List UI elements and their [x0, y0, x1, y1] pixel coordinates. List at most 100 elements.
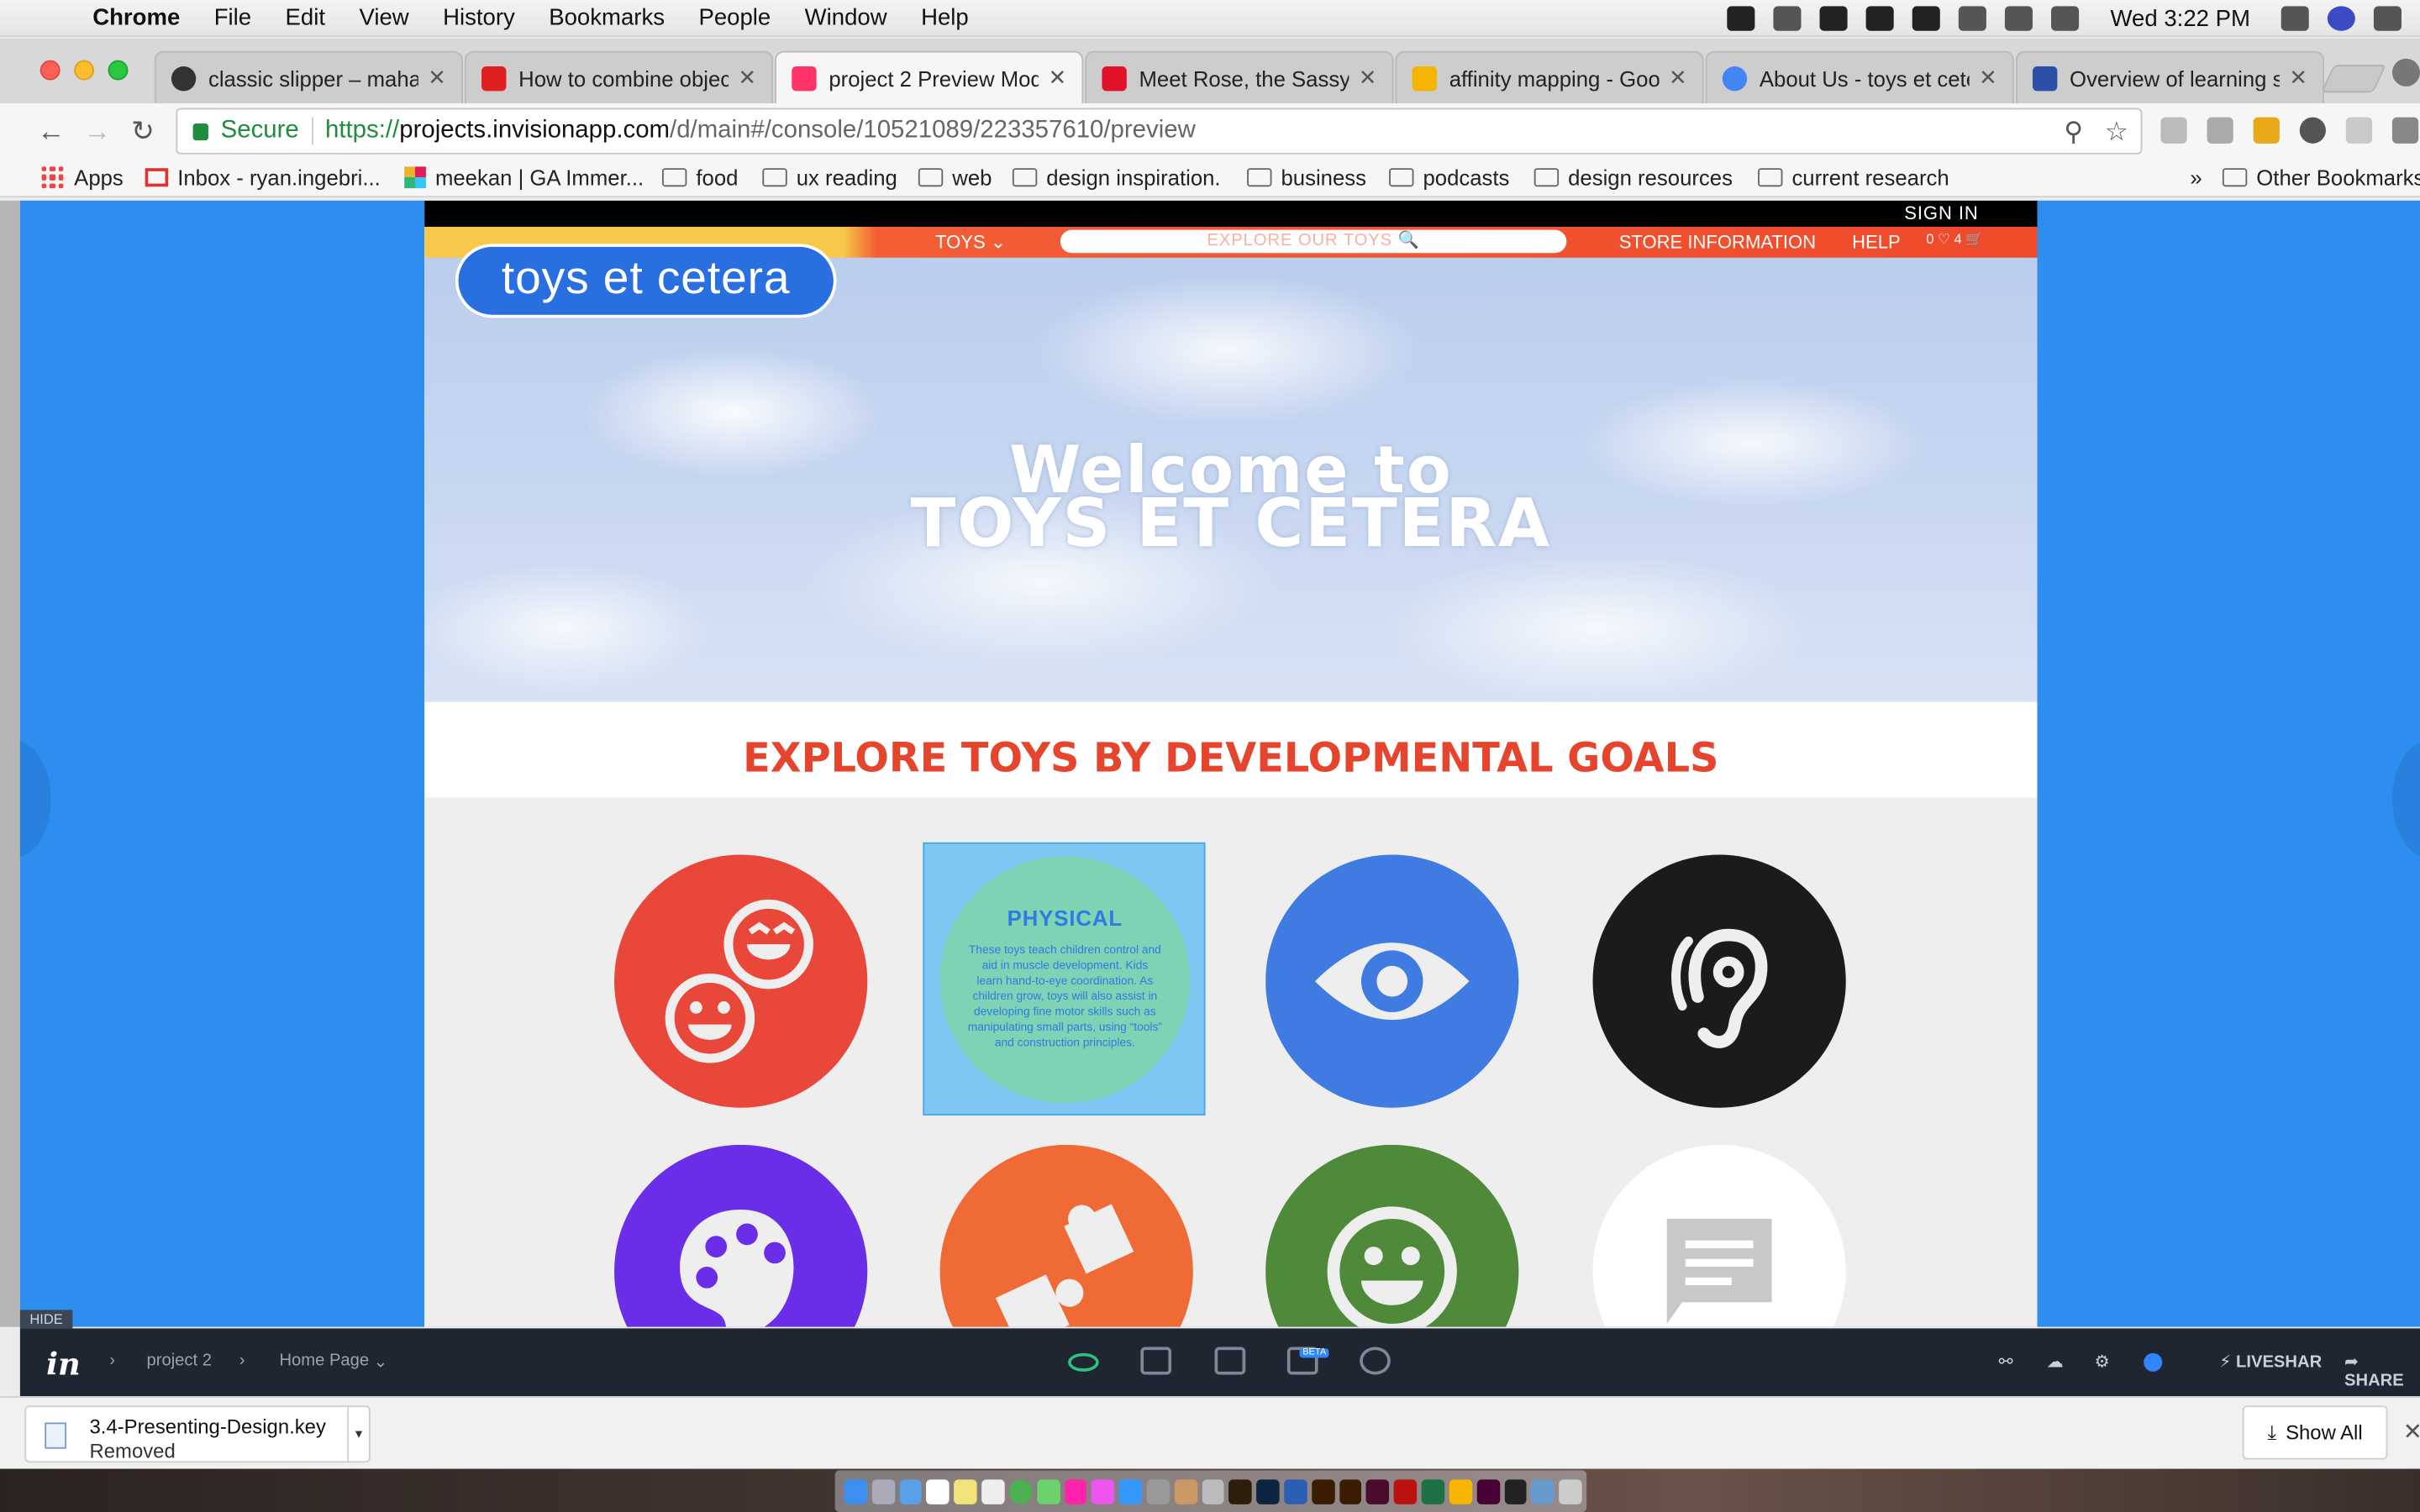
tray-app-icon[interactable]: [1728, 6, 1756, 31]
dock-notes-icon[interactable]: [954, 1478, 977, 1504]
menu-help[interactable]: Help: [921, 5, 969, 31]
dock-xd-icon[interactable]: [1476, 1478, 1500, 1504]
menu-people[interactable]: People: [698, 5, 771, 31]
settings-gear-icon[interactable]: ⚙: [2094, 1352, 2109, 1372]
download-menu-caret-icon[interactable]: ▾: [347, 1407, 369, 1462]
extension-overflow-icon[interactable]: [2391, 117, 2419, 144]
nav-wishlist-cart[interactable]: 0 ♡ 4 🛒: [1926, 232, 1983, 249]
menu-file[interactable]: File: [214, 5, 251, 31]
notification-center-icon[interactable]: [2373, 6, 2402, 31]
extension-grammarly-icon[interactable]: [2345, 117, 2373, 144]
goal-language[interactable]: [1592, 1144, 1848, 1327]
goal-creative[interactable]: [614, 1144, 869, 1327]
tray-utility-icon[interactable]: [1912, 6, 1941, 31]
hide-toolbar-button[interactable]: HIDE: [19, 1310, 73, 1329]
tab-classic-slipper[interactable]: classic slipper – mahab ✕: [154, 50, 464, 104]
dock-chrome-icon[interactable]: [1008, 1478, 1033, 1504]
goal-auditory[interactable]: [1592, 854, 1848, 1110]
zoom-window-button[interactable]: [108, 60, 129, 81]
creative-cloud-icon[interactable]: [1866, 6, 1895, 31]
menu-clock[interactable]: Wed 3:22 PM: [2111, 5, 2250, 31]
close-tab-icon[interactable]: ✕: [428, 65, 446, 91]
tab-about-us[interactable]: About Us - toys et cete ✕: [1705, 50, 2014, 104]
zoom-icon[interactable]: ⚲: [2064, 118, 2083, 149]
wifi-icon[interactable]: [1959, 6, 1987, 31]
bookmark-design-inspiration[interactable]: design inspiration.: [1012, 165, 1221, 190]
dock-downloads-icon[interactable]: [1531, 1478, 1555, 1504]
user-avatar[interactable]: [2144, 1352, 2163, 1372]
close-shelf-icon[interactable]: ✕: [2403, 1418, 2420, 1446]
menu-bookmarks[interactable]: Bookmarks: [549, 5, 665, 31]
dock-excel-icon[interactable]: [1421, 1478, 1444, 1504]
goal-social[interactable]: [614, 854, 869, 1110]
bookmarks-overflow-button[interactable]: »: [2190, 165, 2202, 190]
goal-emotional[interactable]: [1265, 1144, 1520, 1327]
extension-drive-icon[interactable]: [2160, 117, 2187, 144]
dock-illustrator2-icon[interactable]: [1339, 1478, 1362, 1504]
dock-trash-icon[interactable]: [1559, 1478, 1582, 1504]
bookmark-star-icon[interactable]: ☆: [2105, 118, 2128, 149]
show-all-downloads-button[interactable]: ⤓ Show All: [2242, 1405, 2388, 1460]
close-window-button[interactable]: [39, 60, 60, 81]
tab-meet-rose[interactable]: Meet Rose, the Sassy N ✕: [1085, 50, 1394, 104]
bookmark-web[interactable]: web: [918, 165, 992, 190]
menu-history[interactable]: History: [443, 5, 515, 31]
dock-sketch-icon[interactable]: [1449, 1478, 1472, 1504]
comment-mode-icon[interactable]: [1214, 1347, 1246, 1375]
bookmark-design-resources[interactable]: design resources: [1534, 165, 1733, 190]
siri-icon[interactable]: [2327, 6, 2355, 31]
extension-bar-icon[interactable]: [2207, 117, 2233, 144]
site-logo[interactable]: toys et cetera: [455, 244, 837, 318]
liveshare-button[interactable]: ⚡ LIVESHAR: [2219, 1352, 2322, 1372]
new-tab-button[interactable]: [2321, 65, 2386, 93]
build-mode-icon[interactable]: [1140, 1347, 1172, 1375]
dock-itunes-icon[interactable]: [1092, 1478, 1115, 1504]
reload-icon[interactable]: ↻: [131, 116, 155, 149]
site-search-input[interactable]: EXPLORE OUR TOYS 🔍: [1060, 229, 1567, 254]
download-item[interactable]: 3.4-Presenting-Design.key Removed ▾: [24, 1405, 371, 1463]
close-tab-icon[interactable]: ✕: [1049, 65, 1067, 91]
goal-physical[interactable]: PHYSICAL These toys teach children contr…: [923, 842, 1206, 1116]
bookmark-meekan[interactable]: meekan | GA Immer...: [404, 165, 644, 190]
close-tab-icon[interactable]: ✕: [2289, 65, 2307, 91]
dropbox-icon[interactable]: [1774, 6, 1802, 31]
dock-photoshop-icon[interactable]: [1256, 1478, 1280, 1504]
screen-dropdown-icon[interactable]: ⌄: [373, 1352, 387, 1372]
airplay-icon[interactable]: [2005, 6, 2033, 31]
close-tab-icon[interactable]: ✕: [1669, 65, 1687, 91]
dock-word-icon[interactable]: [1284, 1478, 1307, 1504]
drive-icon[interactable]: [1820, 6, 1849, 31]
dock-bridge-icon[interactable]: [1228, 1478, 1252, 1504]
menu-view[interactable]: View: [359, 5, 408, 31]
dock-acrobat-icon[interactable]: [1394, 1478, 1418, 1504]
bookmark-business[interactable]: business: [1247, 165, 1366, 190]
prev-screen-button[interactable]: [19, 740, 51, 858]
menu-edit[interactable]: Edit: [286, 5, 325, 31]
bookmark-current-research[interactable]: current research: [1758, 165, 1949, 190]
tab-combine-objects[interactable]: How to combine object ✕: [464, 50, 774, 104]
share-nodes-icon[interactable]: ⚯: [1999, 1352, 2013, 1372]
goal-visual[interactable]: [1265, 854, 1520, 1110]
bookmark-inbox[interactable]: Inbox - ryan.ingebri...: [145, 165, 381, 190]
minimize-window-button[interactable]: [74, 60, 95, 81]
nav-toys-dropdown[interactable]: TOYS ⌄: [935, 232, 1006, 254]
share-button[interactable]: ➦ SHARE: [2344, 1352, 2420, 1390]
sync-icon[interactable]: ☁: [2047, 1352, 2064, 1372]
breadcrumb-project[interactable]: project 2: [146, 1352, 212, 1370]
next-screen-button[interactable]: [2391, 740, 2420, 858]
nav-help[interactable]: HELP: [1852, 232, 1901, 254]
dock-mail-icon[interactable]: [899, 1478, 923, 1504]
bookmark-ux-reading[interactable]: ux reading: [762, 165, 897, 190]
bookmark-other[interactable]: Other Bookmarks: [2222, 165, 2420, 190]
profile-avatar[interactable]: [2391, 58, 2420, 87]
nav-store-information[interactable]: STORE INFORMATION: [1619, 232, 1816, 254]
close-tab-icon[interactable]: ✕: [1979, 65, 1997, 91]
bookmark-food[interactable]: food: [661, 165, 738, 190]
close-tab-icon[interactable]: ✕: [1359, 65, 1377, 91]
history-clock-icon[interactable]: [1360, 1347, 1391, 1375]
bookmark-apps[interactable]: Apps: [41, 165, 124, 190]
dock-terminal-icon[interactable]: [1503, 1478, 1528, 1504]
preview-eye-icon[interactable]: [1068, 1352, 1099, 1372]
spotlight-icon[interactable]: [2281, 6, 2309, 31]
invision-logo[interactable]: in: [46, 1346, 81, 1383]
